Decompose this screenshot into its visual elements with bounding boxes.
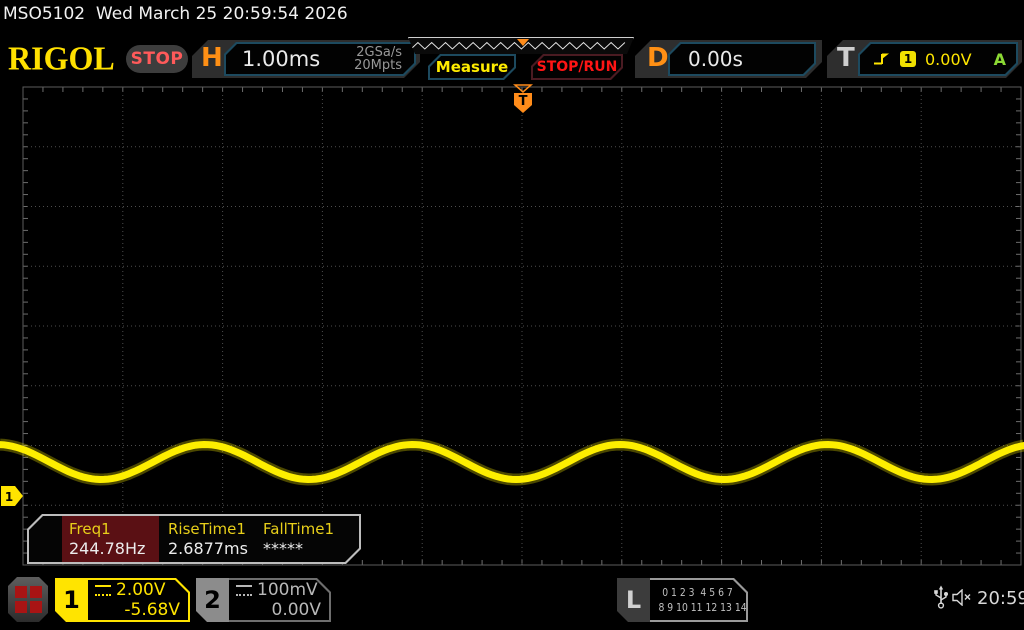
- delay-value: 0.00s: [688, 47, 743, 71]
- timebase-value: 1.00ms: [242, 47, 321, 71]
- ch2-scale: 100mV: [257, 580, 318, 600]
- ch2-offset: 0.00V: [271, 600, 321, 620]
- logic-channel-list: 0 1 2 3 4 5 6 7 8 9 10 11 12 13 14 15: [651, 585, 744, 615]
- delay-label: D: [647, 43, 669, 73]
- measurement-falltime1[interactable]: FallTime1 *****: [256, 516, 334, 562]
- measurement-label: RiseTime1: [168, 520, 246, 538]
- measurement-label: FallTime1: [263, 520, 335, 538]
- trigger-box[interactable]: 1 0.00V A: [858, 42, 1018, 76]
- dc-coupling-icon: [236, 585, 252, 596]
- logic-row-2: 8 9 10 11 12 13 14 15: [658, 601, 762, 614]
- timebase-box[interactable]: 1.00ms 2GSa/s 20Mpts: [224, 42, 416, 76]
- stop-run-button[interactable]: STOP/RUN: [531, 54, 623, 80]
- svg-text:1: 1: [5, 490, 13, 504]
- measurement-value: *****: [263, 539, 303, 558]
- ch2-number: 2: [204, 586, 221, 614]
- measurement-label: Freq1: [69, 520, 111, 538]
- ch1-offset: -5.68V: [124, 600, 180, 620]
- logic-row-1: 0 1 2 3 4 5 6 7: [662, 586, 733, 599]
- logic-tab: L: [617, 578, 650, 622]
- measure-button-label: Measure: [435, 58, 509, 76]
- ch1-number-tab: 1: [55, 578, 88, 622]
- strip-position-marker[interactable]: [517, 39, 529, 46]
- clock: 20:59: [977, 588, 1024, 609]
- trigger-source-badge: 1: [900, 51, 916, 67]
- channel2-status-button[interactable]: 100mV 0.00V 2: [196, 578, 331, 622]
- measurement-value: 2.6877ms: [168, 539, 248, 558]
- measurement-value: 244.78Hz: [69, 539, 146, 558]
- ch1-scale: 2.00V: [116, 580, 166, 600]
- usb-icon: [934, 585, 948, 609]
- acquisition-rates: 2GSa/s 20Mpts: [354, 46, 402, 72]
- trigger-label: T: [837, 43, 855, 73]
- rigol-logo: RIGOL: [8, 39, 115, 77]
- measurement-risetime1[interactable]: RiseTime1 2.6877ms: [161, 516, 256, 562]
- stop-run-button-label: STOP/RUN: [536, 59, 618, 75]
- measurement-freq1[interactable]: Freq1 244.78Hz: [62, 516, 159, 562]
- ch1-number: 1: [63, 586, 80, 614]
- memory-waveform-zigzag: [411, 43, 625, 50]
- rising-edge-trigger-icon: [872, 52, 890, 66]
- waveform-preview-strip[interactable]: [408, 37, 634, 54]
- logic-channels-button[interactable]: 0 1 2 3 4 5 6 7 8 9 10 11 12 13 14 15 L: [617, 578, 748, 622]
- measurement-panel[interactable]: Freq1 244.78Hz RiseTime1 2.6877ms FallTi…: [27, 514, 361, 564]
- channel1-status-button[interactable]: 2.00V -5.68V 1: [55, 578, 190, 622]
- logic-label: L: [625, 586, 642, 614]
- ch2-number-tab: 2: [196, 578, 229, 622]
- dc-coupling-icon: [95, 585, 111, 596]
- trigger-sweep-mode: A: [993, 49, 1006, 69]
- trigger-level-value: 0.00V: [925, 49, 972, 69]
- four-squares-menu-icon[interactable]: [8, 577, 48, 622]
- delay-box[interactable]: 0.00s: [668, 42, 816, 76]
- trigger-position-marker[interactable]: T: [513, 84, 533, 113]
- memory-depth: 20Mpts: [354, 58, 402, 73]
- svg-text:T: T: [519, 94, 528, 109]
- oscilloscope-screen: T1 MSO5102 Wed March 25 20:59:54 2026 RI…: [0, 0, 1024, 630]
- speaker-muted-icon: [952, 589, 971, 606]
- measure-button[interactable]: Measure: [428, 54, 516, 80]
- horizontal-label: H: [201, 43, 223, 73]
- ch1-offset-marker[interactable]: 1: [1, 486, 23, 506]
- acquisition-status-badge: STOP: [126, 45, 188, 73]
